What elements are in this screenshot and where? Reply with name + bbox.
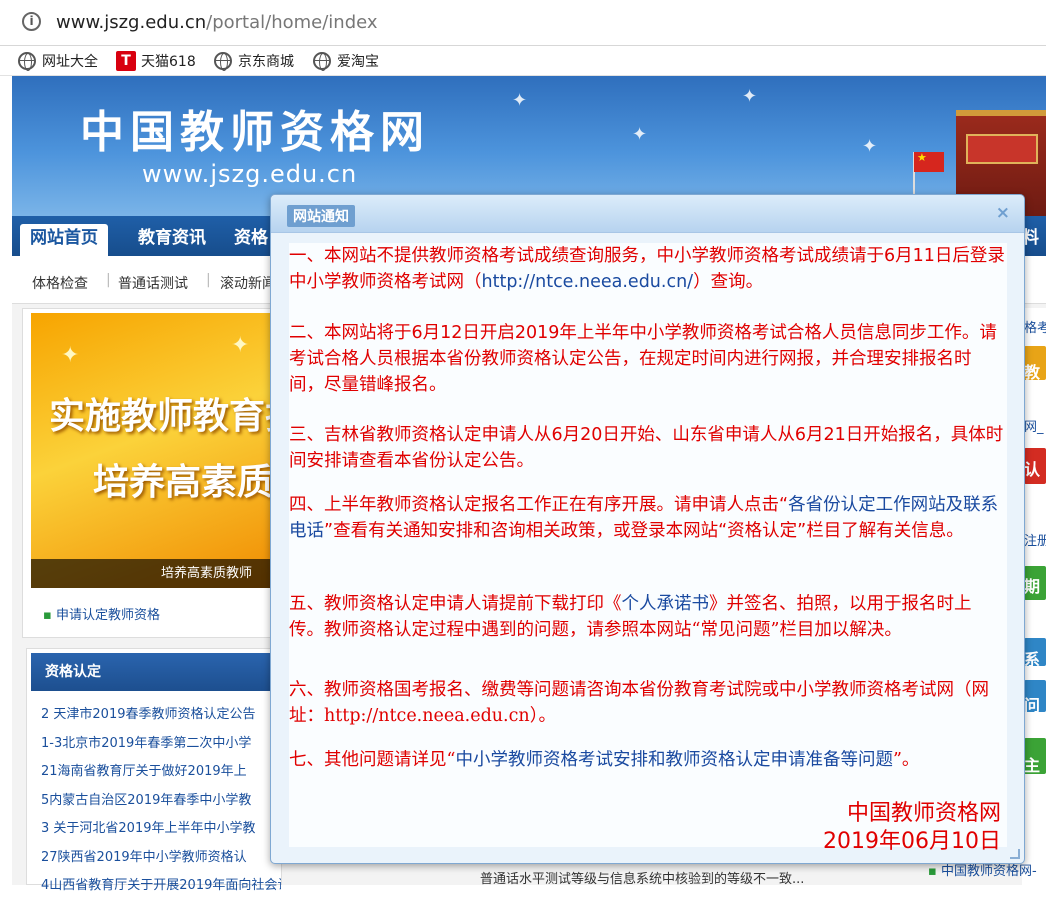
qualification-title: 资格认定: [31, 653, 279, 691]
right-text[interactable]: 格考: [1024, 317, 1046, 336]
site-url: www.jszg.edu.cn: [142, 160, 358, 188]
signature-date: 2019年06月10日: [823, 829, 1001, 854]
bookmark-aitaobao[interactable]: 爱淘宝: [313, 51, 379, 71]
address-bar[interactable]: i www.jszg.edu.cn/portal/home/index: [0, 0, 1046, 46]
promo-line2: 培养高素质教: [93, 461, 281, 503]
right-text: 系: [1024, 650, 1041, 669]
site-notice-dialog: 网站通知 × 一、本网站不提供教师资格考试成绩查询服务，中小学教师资格考试成绩请…: [270, 194, 1025, 864]
star-icon: ✦: [512, 90, 528, 111]
star-icon: ✦: [632, 124, 648, 145]
nav-home[interactable]: 网站首页: [20, 224, 108, 256]
bookmarks-bar: 网址大全 T 天猫618 京东商城 爱淘宝: [0, 46, 1046, 76]
list-item[interactable]: 21海南省教育厅关于做好2019年上: [41, 760, 281, 789]
star-icon: ✦: [742, 86, 758, 107]
right-text: 认: [1024, 460, 1041, 479]
qualification-list: 2 天津市2019春季教师资格认定公告 1-3北京市2019年春季第二次中小学 …: [41, 703, 281, 903]
bottom-news-link[interactable]: 普通话水平测试等级与信息系统中核验到的等级不一致...: [480, 868, 804, 887]
right-text[interactable]: 网_: [1024, 416, 1044, 435]
notice-4: 四、上半年教师资格认定报名工作正在有序开展。请申请人点击“各省份认定工作网站及联…: [289, 495, 999, 541]
dialog-title: 网站通知: [287, 205, 355, 227]
bookmark-jd[interactable]: 京东商城: [214, 51, 294, 71]
exam-arrangement-link[interactable]: 中小学教师资格考试安排和教师资格认定申请准备等问题: [455, 750, 893, 770]
right-text: 教: [1024, 363, 1041, 382]
ntce-link[interactable]: http://ntce.neea.edu.cn/: [482, 272, 694, 292]
list-item[interactable]: 1-3北京市2019年春季第二次中小学: [41, 732, 281, 761]
bookmark-wangzhi[interactable]: 网址大全: [18, 51, 98, 71]
sparkle-icon: ✦: [61, 343, 80, 368]
resize-handle[interactable]: [1010, 849, 1020, 859]
qualification-box: 资格认定 2 天津市2019春季教师资格认定公告 1-3北京市2019年春季第二…: [26, 648, 282, 893]
list-item[interactable]: 5内蒙古自治区2019年春季中小学教: [41, 789, 281, 818]
notice-7: 七、其他问题请详见“中小学教师资格考试安排和教师资格认定申请准备等问题”。: [289, 750, 920, 770]
subnav-physical-exam[interactable]: 体格检查: [32, 273, 88, 293]
dialog-header[interactable]: 网站通知 ×: [271, 195, 1024, 233]
subnav-rolling-news[interactable]: 滚动新闻: [220, 273, 272, 293]
right-text: 问: [1024, 696, 1041, 715]
promo-caption: 培养高素质教师: [31, 559, 281, 588]
close-icon[interactable]: ×: [996, 203, 1010, 223]
list-item[interactable]: 27陕西省2019年中小学教师资格认: [41, 846, 281, 875]
url-text[interactable]: www.jszg.edu.cn/portal/home/index: [56, 12, 378, 33]
flag-icon: [914, 151, 944, 172]
promo-line1: 实施教师教育振: [49, 395, 281, 437]
notice-6: 六、教师资格国考报名、缴费等问题请咨询本省份教育考试院或中小学教师资格考试网（网…: [289, 680, 989, 726]
notice-2: 二、本网站将于6月12日开启2019年上半年中小学教师资格考试合格人员信息同步工…: [289, 323, 997, 395]
dialog-body: 一、本网站不提供教师资格考试成绩查询服务，中小学教师资格考试成绩请于6月11日后…: [289, 243, 1007, 854]
commitment-link[interactable]: 个人承诺书: [622, 594, 710, 614]
nav-news[interactable]: 教育资讯: [128, 224, 216, 256]
list-item[interactable]: 2 天津市2019春季教师资格认定公告: [41, 703, 281, 732]
list-item[interactable]: 4山西省教育厅关于开展2019年面向社会认定...: [41, 874, 281, 903]
right-text[interactable]: 注册: [1024, 530, 1046, 549]
notice-5: 五、教师资格认定申请人请提前下载打印《个人承诺书》并签名、拍照，以用于报名时上传…: [289, 594, 972, 640]
right-text: 期: [1024, 577, 1041, 596]
tmall-icon: T: [116, 51, 136, 71]
promo-banner[interactable]: ✦ ✦ 实施教师教育振 培养高素质教 培养高素质教师: [31, 313, 281, 588]
promo-panel: ✦ ✦ 实施教师教育振 培养高素质教 培养高素质教师 申请认定教师资格: [22, 308, 282, 638]
info-icon[interactable]: i: [22, 12, 41, 31]
star-icon: ✦: [862, 136, 878, 157]
notice-3: 三、吉林省教师资格认定申请人从6月20日开始、山东省申请人从6月21日开始报名，…: [289, 425, 1004, 471]
notice-1: 一、本网站不提供教师资格考试成绩查询服务，中小学教师资格考试成绩请于6月11日后…: [289, 246, 1005, 292]
list-item[interactable]: 3 关于河北省2019年上半年中小学教: [41, 817, 281, 846]
right-text: 主: [1024, 756, 1041, 775]
site-title: 中国教师资格网: [80, 107, 430, 158]
globe-icon: [214, 52, 232, 71]
sparkle-icon: ✦: [231, 333, 250, 358]
globe-icon: [18, 52, 36, 71]
apply-cert-link[interactable]: 申请认定教师资格: [43, 604, 160, 623]
globe-icon: [313, 52, 331, 71]
bookmark-tmall[interactable]: T 天猫618: [116, 51, 196, 71]
subnav-mandarin-test[interactable]: 普通话测试: [118, 273, 188, 293]
